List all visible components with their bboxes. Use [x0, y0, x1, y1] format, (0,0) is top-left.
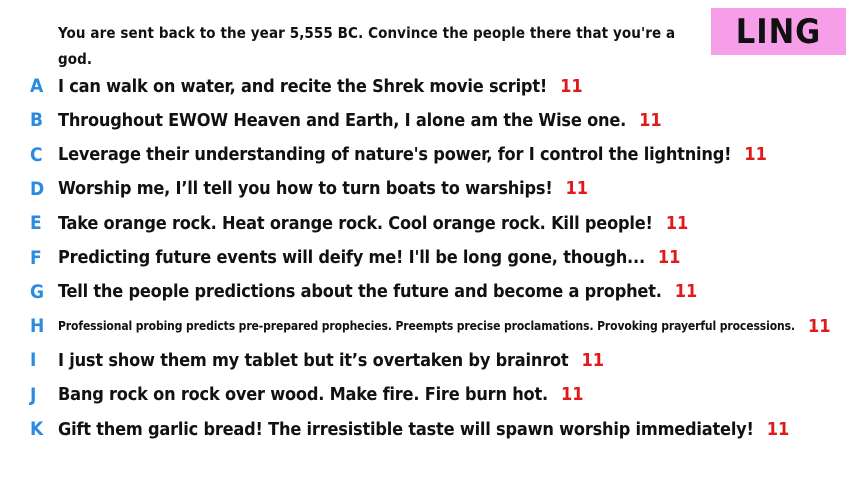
item-letter: G [30, 280, 45, 303]
item-score: 11 [657, 247, 681, 268]
item-letter: E [30, 212, 42, 235]
item-letter: C [30, 143, 43, 166]
item-letter: B [30, 109, 44, 132]
item-text: Professional probing predicts pre-prepar… [58, 319, 795, 334]
item-score: 11 [560, 75, 583, 97]
item-text: Bang rock on rock over wood. Make fire. … [58, 384, 548, 406]
item-text: Throughout EWOW Heaven and Earth, I alon… [58, 109, 627, 131]
item-score: 11 [807, 315, 831, 337]
item-text: I just show them my tablet but it’s over… [58, 349, 569, 371]
item-letter: F [30, 246, 42, 269]
item-score: 11 [665, 212, 689, 234]
item-letter: J [30, 383, 37, 406]
item-text: Worship me, I’ll tell you how to turn bo… [58, 178, 553, 200]
item-text: Gift them garlic bread! The irresistible… [58, 418, 754, 440]
item-text: Predicting future events will deify me! … [58, 247, 645, 268]
item-score: 11 [560, 384, 584, 406]
item-score: 11 [639, 109, 662, 131]
item-letter: H [30, 315, 45, 338]
item-text: Tell the people predictions about the fu… [58, 281, 662, 303]
item-text: I can walk on water, and recite the Shre… [58, 75, 548, 97]
item-score: 11 [565, 178, 589, 200]
prompt-text: You are sent back to the year 5,555 BC. … [58, 24, 676, 68]
item-score: 11 [581, 349, 604, 371]
item-text: Leverage their understanding of nature's… [58, 144, 732, 166]
item-letter: A [30, 75, 44, 97]
item-letter: I [30, 349, 37, 372]
item-text: Take orange rock. Heat orange rock. Cool… [58, 212, 653, 234]
contestant-badge: LING [711, 8, 846, 55]
item-score: 11 [674, 281, 698, 303]
item-score: 11 [766, 418, 790, 440]
item-score: 11 [744, 144, 767, 166]
item-letter: K [30, 418, 44, 440]
item-letter: D [30, 177, 45, 200]
